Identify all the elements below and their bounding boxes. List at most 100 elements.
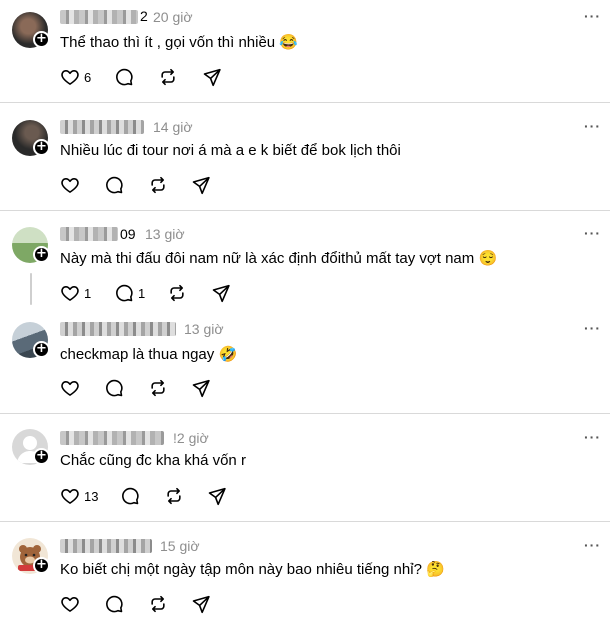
action-bar: 6: [60, 66, 260, 88]
comment-icon: [106, 595, 123, 613]
post-time: 13 giờ: [184, 321, 224, 337]
more-icon[interactable]: ···: [584, 118, 601, 134]
share-button[interactable]: [207, 485, 227, 507]
send-icon: [203, 68, 221, 87]
thread-line: [30, 273, 32, 305]
post-item: + 14 giờ ··· Nhiều lúc đi tour nơi á mà …: [0, 103, 610, 210]
post-time: 15 giờ: [160, 538, 200, 554]
post-text: checkmap là thua ngay 🤣: [60, 346, 238, 363]
repost-icon: [151, 379, 165, 397]
repost-button[interactable]: [158, 66, 178, 88]
follow-plus-icon[interactable]: +: [33, 31, 50, 48]
repost-button[interactable]: [167, 282, 187, 304]
reply-button[interactable]: [104, 377, 124, 399]
username[interactable]: [60, 227, 118, 241]
repost-button[interactable]: [148, 593, 168, 615]
like-button[interactable]: 13: [60, 485, 98, 507]
action-bar: [60, 593, 260, 615]
post-time: 14 giờ: [153, 119, 193, 135]
heart-icon: [61, 489, 79, 504]
send-icon: [212, 284, 230, 303]
post-time: 13 giờ: [145, 226, 185, 242]
follow-plus-icon[interactable]: +: [33, 139, 50, 156]
repost-icon: [167, 487, 181, 505]
reply-count: 1: [138, 285, 146, 301]
repost-button[interactable]: [164, 485, 184, 507]
username[interactable]: [60, 322, 176, 336]
reply-button[interactable]: [104, 593, 124, 615]
like-button[interactable]: 1: [60, 282, 91, 304]
heart-icon: [61, 70, 79, 85]
heart-icon: [61, 286, 79, 301]
post-item: + 15 giờ ··· Ko biết chị một ngày tập mô…: [0, 522, 610, 620]
heart-icon: [61, 381, 79, 396]
follow-plus-icon[interactable]: +: [33, 448, 50, 465]
share-button[interactable]: [191, 174, 211, 196]
like-count: 1: [84, 285, 92, 301]
action-bar: [60, 174, 260, 196]
post-time: !2 giờ: [173, 430, 209, 446]
post-text: Chắc cũng đc kha khá vốn r: [60, 452, 246, 469]
send-icon: [192, 379, 210, 398]
username-suffix: 2: [140, 8, 148, 24]
more-icon[interactable]: ···: [584, 225, 601, 241]
post-item: + !2 giờ ··· Chắc cũng đc kha khá vốn r …: [0, 414, 610, 521]
post-item: + 09 13 giờ ··· Này mà thi đấu đôi nam n…: [0, 211, 610, 311]
username[interactable]: [60, 10, 138, 24]
emoji: 🤣: [218, 346, 238, 363]
more-icon[interactable]: ···: [584, 320, 601, 336]
comment-icon: [122, 487, 139, 505]
post-text: Ko biết chị một ngày tập môn này bao nhi…: [60, 561, 445, 578]
action-bar: 13: [60, 485, 260, 507]
send-icon: [192, 595, 210, 614]
action-bar: [60, 377, 260, 399]
reply-button[interactable]: [104, 174, 124, 196]
send-icon: [208, 487, 226, 506]
reply-button[interactable]: 1: [114, 282, 145, 304]
post-text: Nhiều lúc đi tour nơi á mà a e k biết để…: [60, 142, 401, 159]
like-count: 6: [84, 69, 92, 85]
follow-plus-icon[interactable]: +: [33, 246, 50, 263]
share-button[interactable]: [211, 282, 231, 304]
username[interactable]: [60, 539, 152, 553]
share-button[interactable]: [202, 66, 222, 88]
share-button[interactable]: [191, 377, 211, 399]
heart-icon: [61, 597, 79, 612]
follow-plus-icon[interactable]: +: [33, 341, 50, 358]
post-item: + 2 20 giờ ··· Thể thao thì ít , gọi vốn…: [0, 0, 610, 102]
username[interactable]: [60, 431, 164, 445]
reply-button[interactable]: [120, 485, 140, 507]
send-icon: [192, 176, 210, 195]
post-item: + 13 giờ ··· checkmap là thua ngay 🤣: [0, 311, 610, 413]
username-suffix: 09: [120, 226, 136, 242]
repost-icon: [151, 176, 165, 194]
post-text: Này mà thi đấu đôi nam nữ là xác định đổ…: [60, 250, 498, 267]
comment-icon: [116, 68, 133, 86]
post-time: 20 giờ: [153, 9, 193, 25]
action-bar: 1 1: [60, 282, 260, 304]
more-icon[interactable]: ···: [584, 537, 601, 553]
repost-icon: [151, 595, 165, 613]
comment-icon: [106, 379, 123, 397]
like-button[interactable]: [60, 377, 80, 399]
more-icon[interactable]: ···: [584, 8, 601, 24]
comment-icon: [116, 284, 133, 302]
like-count: 13: [84, 488, 99, 504]
repost-button[interactable]: [148, 174, 168, 196]
share-button[interactable]: [191, 593, 211, 615]
repost-button[interactable]: [148, 377, 168, 399]
emoji: 😌: [478, 250, 498, 267]
repost-icon: [170, 284, 184, 302]
like-button[interactable]: 6: [60, 66, 91, 88]
reply-button[interactable]: [114, 66, 134, 88]
follow-plus-icon[interactable]: +: [33, 557, 50, 574]
comment-icon: [106, 176, 123, 194]
username[interactable]: [60, 120, 144, 134]
more-icon[interactable]: ···: [584, 429, 601, 445]
heart-icon: [61, 178, 79, 193]
emoji: 🤔: [426, 561, 445, 578]
repost-icon: [161, 68, 175, 86]
like-button[interactable]: [60, 593, 80, 615]
like-button[interactable]: [60, 174, 80, 196]
post-text: Thể thao thì ít , gọi vốn thì nhiều 😂: [60, 34, 299, 51]
